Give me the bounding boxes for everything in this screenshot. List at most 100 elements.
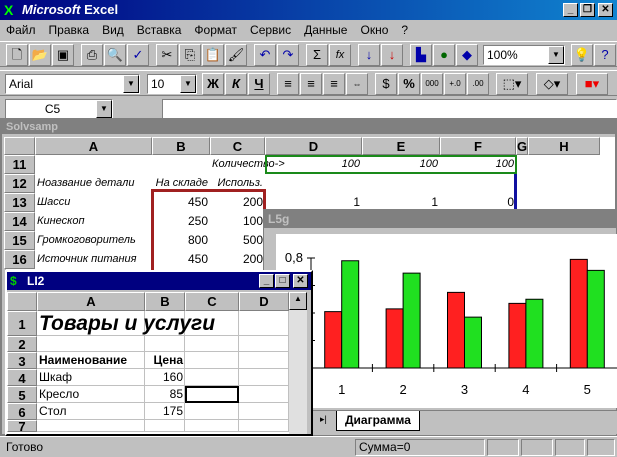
grid-cell[interactable] bbox=[185, 420, 239, 432]
column-header-c[interactable]: C bbox=[210, 137, 265, 155]
row-header[interactable]: 12 bbox=[4, 174, 35, 193]
row-header[interactable]: 2 bbox=[7, 336, 37, 352]
grid-cell[interactable] bbox=[239, 386, 289, 403]
cell-a4[interactable]: Шкаф bbox=[39, 369, 72, 386]
cell-a1[interactable]: Товары и услуги bbox=[39, 311, 215, 336]
copy-icon[interactable]: ⎘ bbox=[179, 44, 201, 66]
menu-format[interactable]: Формат bbox=[194, 20, 237, 40]
menu-data[interactable]: Данные bbox=[304, 20, 347, 40]
redo-icon[interactable]: ↷ bbox=[277, 44, 299, 66]
tab-diagram[interactable]: Диаграмма bbox=[336, 411, 420, 431]
column-header-a[interactable]: A bbox=[35, 137, 152, 155]
grid-cell[interactable] bbox=[145, 336, 185, 352]
chevron-down-icon[interactable]: ▼ bbox=[548, 46, 564, 64]
cell-a5[interactable]: Кресло bbox=[39, 386, 79, 403]
align-left-icon[interactable]: ≡ bbox=[277, 73, 299, 95]
vertical-scrollbar[interactable]: ▲ bbox=[289, 292, 307, 434]
chevron-down-icon[interactable]: ▼ bbox=[123, 75, 139, 93]
new-icon[interactable]: 🗋 bbox=[6, 44, 28, 66]
italic-button[interactable]: К bbox=[225, 73, 247, 95]
underline-button[interactable]: Ч bbox=[248, 73, 270, 95]
borders-icon[interactable]: ⬚▾ bbox=[496, 73, 528, 95]
font-select[interactable]: Arial ▼ bbox=[5, 74, 140, 94]
column-header-b[interactable]: B bbox=[152, 137, 210, 155]
tip-wizard-icon[interactable]: 💡 bbox=[571, 44, 593, 66]
cell-a13[interactable]: Шасси bbox=[37, 193, 150, 212]
grid-cell[interactable] bbox=[37, 420, 145, 432]
autosum-icon[interactable]: Σ bbox=[306, 44, 328, 66]
chart-wizard-icon[interactable]: ▙ bbox=[410, 44, 432, 66]
grid-cell[interactable] bbox=[239, 311, 289, 336]
column-header-b[interactable]: B bbox=[145, 292, 185, 311]
li2-close-button[interactable]: ✕ bbox=[293, 274, 308, 288]
tab-scroll-last-icon[interactable]: ▸| bbox=[320, 414, 327, 425]
grid-cell[interactable] bbox=[239, 420, 289, 432]
cell-a14[interactable]: Кинескоп bbox=[37, 212, 150, 231]
select-all-corner[interactable] bbox=[4, 137, 35, 155]
formula-input[interactable] bbox=[162, 99, 617, 119]
menu-view[interactable]: Вид bbox=[102, 20, 124, 40]
increase-decimal-icon[interactable]: +.0 bbox=[444, 73, 466, 95]
sort-ascending-icon[interactable]: ↓ bbox=[358, 44, 380, 66]
grid-cell[interactable] bbox=[239, 336, 289, 352]
row-header[interactable]: 11 bbox=[4, 155, 35, 174]
column-header-h[interactable]: H bbox=[528, 137, 600, 155]
menu-window[interactable]: Окно bbox=[360, 20, 388, 40]
menu-file[interactable]: Файл bbox=[6, 20, 36, 40]
select-all-corner[interactable] bbox=[7, 292, 37, 311]
row-header[interactable]: 5 bbox=[7, 386, 37, 403]
merge-center-icon[interactable]: ⇔ bbox=[346, 73, 368, 95]
thousands-button[interactable]: 000 bbox=[421, 73, 443, 95]
spelling-icon[interactable]: ✓ bbox=[127, 44, 149, 66]
grid-cell[interactable] bbox=[185, 369, 239, 386]
row-header[interactable]: 15 bbox=[4, 231, 35, 250]
grid-cell[interactable] bbox=[145, 420, 185, 432]
sort-descending-icon[interactable]: ↓ bbox=[381, 44, 403, 66]
li2-minimize-button[interactable]: _ bbox=[259, 274, 274, 288]
cell-b3[interactable]: Цена bbox=[145, 352, 183, 369]
grid-cell[interactable] bbox=[185, 352, 239, 369]
paste-icon[interactable]: 📋 bbox=[202, 44, 224, 66]
grid-cell[interactable] bbox=[185, 403, 239, 420]
active-cell-c5[interactable] bbox=[185, 386, 239, 403]
chevron-down-icon[interactable]: ▼ bbox=[180, 75, 196, 93]
menu-help[interactable]: ? bbox=[401, 20, 408, 40]
column-header-f[interactable]: F bbox=[440, 137, 516, 155]
fill-color-icon[interactable]: ◇▾ bbox=[536, 73, 568, 95]
row-header[interactable]: 13 bbox=[4, 193, 35, 212]
percent-button[interactable]: % bbox=[398, 73, 420, 95]
row-header[interactable]: 4 bbox=[7, 369, 37, 386]
font-color-icon[interactable]: ■▾ bbox=[576, 73, 608, 95]
row-header[interactable]: 6 bbox=[7, 403, 37, 420]
currency-icon[interactable]: $ bbox=[375, 73, 397, 95]
align-center-icon[interactable]: ≡ bbox=[300, 73, 322, 95]
li2-maximize-button[interactable]: □ bbox=[275, 274, 290, 288]
decrease-decimal-icon[interactable]: .00 bbox=[467, 73, 489, 95]
restore-button[interactable]: ❐ bbox=[580, 3, 595, 17]
column-header-d[interactable]: D bbox=[239, 292, 289, 311]
column-header-a[interactable]: A bbox=[37, 292, 145, 311]
grid-cell[interactable] bbox=[239, 352, 289, 369]
cell-b6[interactable]: 175 bbox=[145, 403, 183, 420]
cell-b4[interactable]: 160 bbox=[145, 369, 183, 386]
cell-a3[interactable]: Наименование bbox=[39, 352, 127, 369]
scroll-up-icon[interactable]: ▲ bbox=[289, 292, 307, 310]
menu-tools[interactable]: Сервис bbox=[250, 20, 291, 40]
chevron-down-icon[interactable]: ▼ bbox=[96, 100, 112, 118]
cell-b5[interactable]: 85 bbox=[145, 386, 183, 403]
function-wizard-icon[interactable]: fx bbox=[329, 44, 351, 66]
row-header[interactable]: 3 bbox=[7, 352, 37, 369]
column-header-d[interactable]: D bbox=[265, 137, 362, 155]
column-header-e[interactable]: E bbox=[362, 137, 440, 155]
grid-cell[interactable] bbox=[37, 336, 145, 352]
save-icon[interactable]: ▣ bbox=[52, 44, 74, 66]
column-header-c[interactable]: C bbox=[185, 292, 239, 311]
row-header[interactable]: 1 bbox=[7, 311, 37, 336]
open-icon[interactable]: 📂 bbox=[29, 44, 51, 66]
close-button[interactable]: ✕ bbox=[598, 3, 613, 17]
cell-a16[interactable]: Источник питания bbox=[37, 250, 150, 269]
drawing-icon[interactable]: ◆ bbox=[456, 44, 478, 66]
row-header[interactable]: 7 bbox=[7, 420, 37, 433]
zoom-select[interactable]: 100% ▼ bbox=[483, 45, 565, 65]
cell-a12[interactable]: Ноазвание детали bbox=[37, 174, 150, 193]
